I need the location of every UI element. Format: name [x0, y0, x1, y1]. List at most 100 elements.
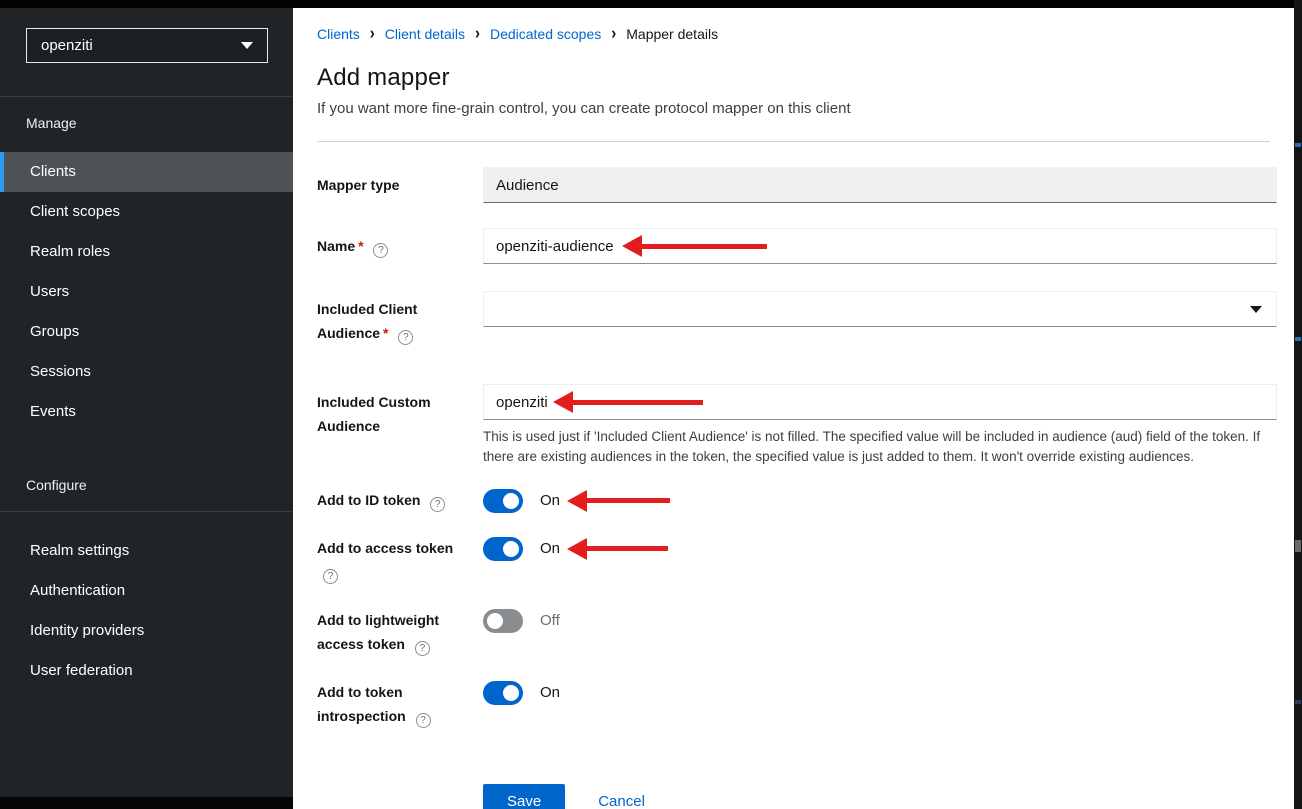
- label-text: Add to ID token: [317, 492, 420, 508]
- sidebar-item-label: Identity providers: [30, 622, 144, 639]
- nav-list-configure: Realm settings Authentication Identity p…: [0, 531, 293, 691]
- save-button[interactable]: Save: [483, 784, 565, 809]
- breadcrumb-separator-icon: ›: [611, 24, 616, 44]
- sidebar-item-events[interactable]: Events: [0, 392, 293, 432]
- field-row-add-to-lightweight-access-token: Add to lightweight access token ? Off: [317, 608, 1277, 655]
- arrow-shaft: [587, 546, 668, 551]
- field-row-add-to-id-token: Add to ID token ? On: [317, 488, 1277, 513]
- help-icon[interactable]: ?: [373, 243, 388, 258]
- sidebar-item-label: Clients: [30, 163, 76, 180]
- required-asterisk: *: [358, 238, 363, 254]
- sidebar-item-identity-providers[interactable]: Identity providers: [0, 611, 293, 651]
- sidebar: openziti Manage Clients Client scopes Re…: [0, 8, 293, 809]
- add-to-id-token-toggle[interactable]: [483, 489, 523, 513]
- add-to-token-introspection-control: On: [483, 680, 1277, 727]
- included-client-audience-label: Included Client Audience* ?: [317, 291, 483, 345]
- page-header: Clients › Client details › Dedicated sco…: [293, 8, 1294, 142]
- sidebar-item-label: Users: [30, 283, 69, 300]
- help-icon[interactable]: ?: [430, 497, 445, 512]
- sidebar-item-user-federation[interactable]: User federation: [0, 651, 293, 691]
- arrow-head-icon: [567, 490, 587, 512]
- sidebar-item-label: Sessions: [30, 363, 91, 380]
- add-to-access-token-toggle[interactable]: [483, 537, 523, 561]
- sidebar-item-label: Client scopes: [30, 203, 120, 220]
- toggle-knob: [503, 493, 519, 509]
- included-custom-audience-control: This is used just if 'Included Client Au…: [483, 384, 1277, 466]
- help-icon[interactable]: ?: [415, 641, 430, 656]
- sidebar-item-client-scopes[interactable]: Client scopes: [0, 192, 293, 232]
- sidebar-item-users[interactable]: Users: [0, 272, 293, 312]
- sidebar-item-label: Realm roles: [30, 243, 110, 260]
- breadcrumb-separator-icon: ›: [475, 24, 480, 44]
- breadcrumb-link-clients[interactable]: Clients: [317, 26, 360, 42]
- name-control: [483, 228, 1277, 264]
- name-label: Name* ?: [317, 228, 483, 264]
- annotation-arrow-access-token: [567, 538, 668, 560]
- add-to-access-token-control: On: [483, 536, 1277, 583]
- add-to-token-introspection-label: Add to token introspection ?: [317, 680, 483, 727]
- breadcrumb-link-client-details[interactable]: Client details: [385, 26, 465, 42]
- caret-down-icon: [1250, 306, 1262, 313]
- sidebar-item-label: Realm settings: [30, 542, 129, 559]
- nav-list-manage: Clients Client scopes Realm roles Users …: [0, 152, 293, 432]
- breadcrumb-separator-icon: ›: [370, 24, 375, 44]
- toggle-knob: [503, 541, 519, 557]
- page-subtitle: If you want more fine-grain control, you…: [317, 100, 1270, 117]
- sidebar-item-realm-settings[interactable]: Realm settings: [0, 531, 293, 571]
- label-text: Mapper type: [317, 177, 399, 193]
- masthead-bar: [0, 0, 1302, 8]
- included-client-audience-control: [483, 291, 1277, 345]
- add-mapper-form: Mapper type Name* ?: [293, 142, 1294, 809]
- scrollbar-mark: [1295, 700, 1301, 704]
- sidebar-item-sessions[interactable]: Sessions: [0, 352, 293, 392]
- field-row-add-to-access-token: Add to access token ? On: [317, 536, 1277, 583]
- scrollbar-mark: [1295, 337, 1301, 341]
- scrollbar-track[interactable]: [1294, 0, 1302, 809]
- add-to-token-introspection-state: On: [540, 684, 560, 701]
- help-icon[interactable]: ?: [416, 713, 431, 728]
- cancel-link[interactable]: Cancel: [598, 793, 645, 809]
- field-row-included-client-audience: Included Client Audience* ?: [317, 291, 1277, 345]
- sidebar-item-realm-roles[interactable]: Realm roles: [0, 232, 293, 272]
- name-input[interactable]: [483, 228, 1277, 264]
- add-to-token-introspection-toggle[interactable]: [483, 681, 523, 705]
- field-row-mapper-type: Mapper type: [317, 167, 1277, 203]
- breadcrumb-link-dedicated-scopes[interactable]: Dedicated scopes: [490, 26, 601, 42]
- caret-down-icon: [241, 42, 253, 49]
- arrow-head-icon: [567, 538, 587, 560]
- sidebar-item-clients[interactable]: Clients: [0, 152, 293, 192]
- form-actions: Save Cancel: [483, 784, 1277, 809]
- included-client-audience-select[interactable]: [483, 291, 1277, 327]
- sidebar-item-label: Groups: [30, 323, 79, 340]
- included-custom-audience-label: Included Custom Audience: [317, 384, 483, 466]
- sidebar-item-authentication[interactable]: Authentication: [0, 571, 293, 611]
- breadcrumb: Clients › Client details › Dedicated sco…: [317, 25, 1270, 42]
- arrow-shaft: [587, 498, 670, 503]
- add-to-id-token-label: Add to ID token ?: [317, 488, 483, 513]
- sidebar-item-groups[interactable]: Groups: [0, 312, 293, 352]
- scrollbar-thumb[interactable]: [1295, 540, 1301, 552]
- sidebar-divider: [0, 511, 293, 512]
- add-to-access-token-label: Add to access token ?: [317, 536, 483, 583]
- label-text: Name: [317, 238, 355, 254]
- label-text: Add to access token: [317, 540, 453, 556]
- help-icon[interactable]: ?: [323, 569, 338, 584]
- field-row-add-to-token-introspection: Add to token introspection ? On: [317, 680, 1277, 727]
- help-icon[interactable]: ?: [398, 330, 413, 345]
- mapper-type-label: Mapper type: [317, 167, 483, 203]
- actions-spacer: [317, 727, 483, 809]
- screen: openziti Manage Clients Client scopes Re…: [0, 0, 1302, 809]
- included-custom-audience-input[interactable]: [483, 384, 1277, 420]
- mapper-type-input: [483, 167, 1277, 203]
- actions-col: Save Cancel: [483, 727, 1277, 809]
- add-to-lightweight-access-token-state: Off: [540, 612, 560, 629]
- add-to-lightweight-access-token-toggle[interactable]: [483, 609, 523, 633]
- add-to-lightweight-access-token-label: Add to lightweight access token ?: [317, 608, 483, 655]
- field-row-name: Name* ?: [317, 228, 1277, 264]
- scrollbar-mark: [1295, 143, 1301, 147]
- realm-selector[interactable]: openziti: [26, 28, 268, 63]
- label-text: Included Custom Audience: [317, 394, 431, 434]
- add-to-access-token-state: On: [540, 540, 560, 557]
- nav-section-title-manage: Manage: [0, 97, 293, 133]
- field-row-included-custom-audience: Included Custom Audience This is used ju…: [317, 384, 1277, 466]
